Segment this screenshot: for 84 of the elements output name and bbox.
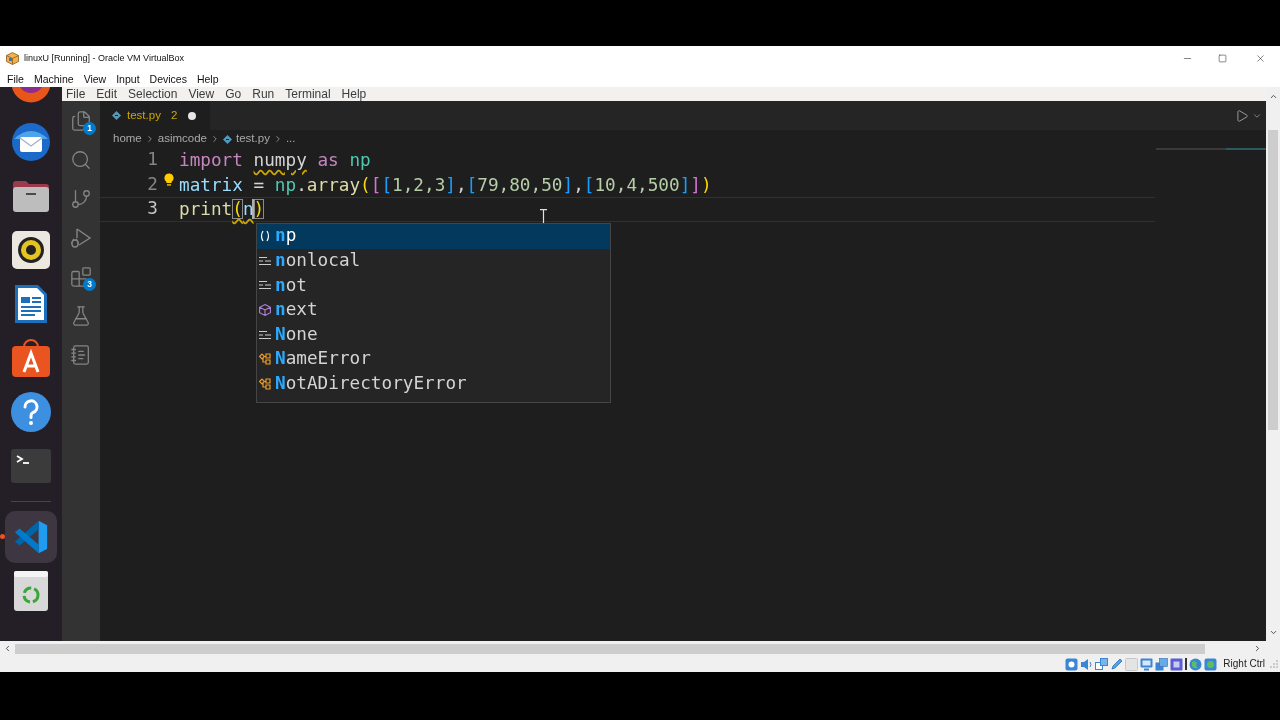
cube-icon (259, 304, 271, 317)
menu-item[interactable]: File (7, 73, 24, 85)
cube-app-icon (6, 52, 19, 65)
menu-item[interactable]: Go (225, 88, 242, 100)
chevron-left-icon[interactable] (3, 644, 12, 653)
chevron-up-icon[interactable] (1268, 92, 1278, 101)
suggestion-item[interactable]: not (257, 273, 610, 298)
code-line: matrix = np.array([[1,2,3],[79,80,50],[10,4,500]]) (179, 173, 712, 196)
suggestion-item[interactable]: next (257, 297, 610, 323)
breadcrumb-item[interactable]: test.py (223, 133, 270, 145)
menu-item[interactable]: Run (252, 88, 275, 100)
scrollbar-thumb[interactable] (15, 643, 1205, 654)
line-number: 2 (147, 175, 158, 194)
notebook-icon[interactable] (70, 343, 92, 366)
monitor-icon[interactable] (1140, 657, 1154, 671)
close-icon[interactable] (1255, 53, 1266, 64)
speaker-icon[interactable] (12, 231, 50, 269)
connected-shapes-icon (259, 377, 271, 390)
shopping-bag-icon[interactable] (11, 338, 51, 378)
menu-item[interactable]: Selection (128, 88, 178, 100)
host-key-label: Right Ctrl (1223, 659, 1265, 669)
chip-icon[interactable] (1170, 657, 1184, 671)
mail-icon[interactable] (11, 122, 51, 162)
menu-item[interactable]: Input (116, 73, 140, 85)
text-lines-icon (259, 328, 271, 341)
help-icon[interactable] (11, 392, 51, 432)
menu-item[interactable]: Machine (33, 73, 74, 85)
terminal-icon[interactable] (11, 449, 51, 483)
menu-item[interactable]: View (188, 88, 215, 100)
suggestion-item[interactable]: None (257, 322, 610, 347)
document-icon[interactable] (14, 284, 48, 324)
line-number: 1 (147, 151, 158, 170)
menu-item[interactable]: Terminal (285, 88, 331, 100)
code-editor-icon[interactable] (5, 511, 57, 563)
suggestion-item[interactable]: nonlocal (257, 248, 610, 274)
text-cursor-icon (540, 209, 547, 225)
file-icon (112, 111, 121, 120)
menu-item[interactable]: Devices (149, 73, 187, 85)
chevron-down-icon[interactable] (1268, 628, 1278, 637)
window-title: linuxU [Running] - Oracle VM VirtualBox (24, 54, 184, 63)
menu-item[interactable]: Help (341, 88, 367, 100)
file-icon (223, 134, 232, 144)
lightbulb-icon[interactable] (163, 173, 174, 187)
line-number: 3 (147, 200, 158, 219)
breadcrumb-item[interactable]: asimcode (157, 133, 207, 145)
menu-item[interactable]: Edit (96, 88, 118, 100)
branch-icon[interactable] (70, 187, 92, 210)
suggestion-item[interactable]: NameError (257, 346, 610, 372)
editor-tab[interactable]: test.py 2 (100, 101, 211, 130)
suggestion-item[interactable]: NotADirectoryError (257, 371, 610, 397)
play-bug-icon[interactable] (70, 226, 92, 249)
scrollbar-thumb[interactable] (1268, 130, 1278, 430)
trash-icon[interactable] (14, 571, 48, 611)
stacked-windows-icon[interactable] (1155, 657, 1169, 671)
drive-icon[interactable] (1065, 657, 1079, 671)
blocks-icon[interactable] (70, 265, 92, 288)
notification-count: 3 (83, 278, 96, 291)
menu-item[interactable]: View (83, 73, 107, 85)
chevron-right-icon (210, 134, 220, 144)
windows-icon[interactable] (1095, 657, 1109, 671)
globe-icon[interactable] (1189, 657, 1203, 671)
text-lines-icon (259, 254, 271, 267)
code-line: print(n) (179, 198, 265, 221)
menu-item[interactable]: File (66, 88, 86, 100)
breadcrumb-item[interactable]: ... (285, 133, 296, 145)
maximize-icon[interactable] (1218, 54, 1227, 63)
browser-icon[interactable] (11, 87, 51, 103)
resize-grip-icon[interactable] (1270, 660, 1278, 668)
menu-item[interactable]: Help (196, 73, 219, 85)
flask-icon[interactable] (70, 304, 92, 327)
text-lines-icon (259, 279, 271, 292)
search-icon[interactable] (70, 148, 92, 171)
files-icon[interactable] (70, 109, 92, 132)
code-line: import numpy as np (179, 149, 371, 172)
suggestion-item[interactable]: np (257, 224, 610, 249)
parentheses-icon (259, 230, 271, 243)
play-icon[interactable] (1235, 108, 1249, 123)
notification-count: 1 (83, 122, 96, 135)
tile-icon[interactable] (1125, 657, 1139, 671)
connected-shapes-icon (259, 353, 271, 366)
chevron-right-icon[interactable] (1253, 644, 1262, 653)
breadcrumb-item[interactable]: home (113, 133, 142, 145)
folder-icon[interactable] (11, 179, 51, 213)
circle-tile-icon[interactable] (1204, 657, 1218, 671)
